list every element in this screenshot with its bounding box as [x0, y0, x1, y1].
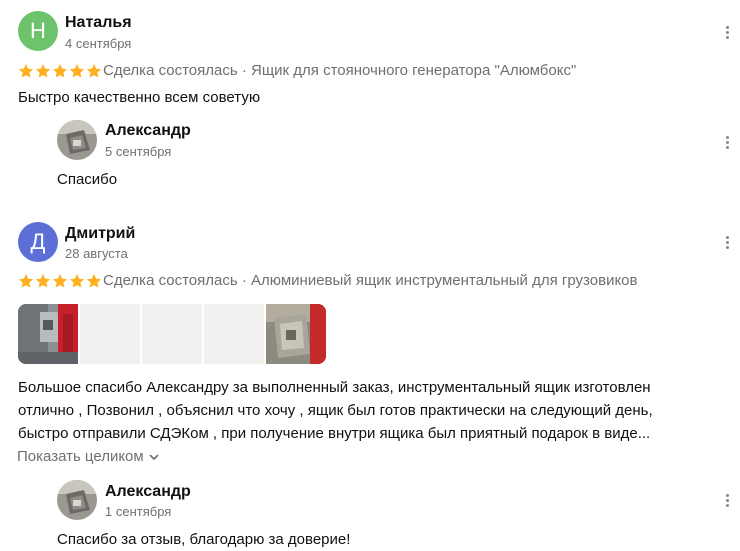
review-text-line: Большое спасибо Александру за выполненны…: [18, 379, 651, 396]
review-text-line: отлично , Позвонил , объяснил что хочу ,…: [18, 402, 653, 419]
reply-author[interactable]: Александр: [105, 483, 191, 501]
seller-avatar-image: [57, 480, 97, 520]
more-options-icon[interactable]: [717, 132, 737, 152]
star-icon: [69, 64, 85, 78]
review-text: Быстро качественно всем советую: [18, 89, 261, 106]
review-author[interactable]: Дмитрий: [65, 225, 135, 243]
star-icon: [69, 274, 85, 288]
seller-avatar-image: [57, 120, 97, 160]
deal-info: Сделка состоялась · Алюминиевый ящик инс…: [103, 272, 638, 289]
more-options-icon[interactable]: [717, 232, 737, 252]
more-options-icon[interactable]: [717, 490, 737, 510]
reply-date: 1 сентября: [105, 504, 172, 519]
avatar[interactable]: [57, 480, 97, 520]
photo-gallery: [18, 304, 326, 364]
avatar-letter: Д: [30, 229, 46, 254]
star-icon: [86, 64, 102, 78]
avatar[interactable]: [57, 120, 97, 160]
review-photo[interactable]: [18, 304, 78, 364]
chevron-down-icon: [149, 454, 159, 460]
avatar[interactable]: Н: [18, 11, 58, 51]
more-options-icon[interactable]: [717, 22, 737, 42]
avatar[interactable]: Д: [18, 222, 58, 262]
deal-info: Сделка состоялась · Ящик для стояночного…: [103, 62, 577, 79]
review-text-line: быстро отправили СДЭКом , при получение …: [18, 425, 651, 442]
avatar-letter: Н: [30, 18, 46, 43]
reply-date: 5 сентября: [105, 144, 172, 159]
review-photo[interactable]: [80, 304, 140, 364]
star-icon: [18, 64, 34, 78]
rating-stars: [18, 273, 102, 289]
star-icon: [86, 274, 102, 288]
show-full-link[interactable]: Показать целиком: [17, 448, 160, 465]
review-text: Большое спасибо Александру за выполненны…: [18, 376, 733, 445]
review-photo[interactable]: [142, 304, 202, 364]
review-photo[interactable]: [204, 304, 264, 364]
review-date: 4 сентября: [65, 36, 132, 51]
review-date: 28 августа: [65, 246, 128, 261]
star-icon: [35, 64, 51, 78]
reply-text: Спасибо за отзыв, благодарю за доверие!: [57, 531, 351, 548]
show-full-label: Показать целиком: [17, 448, 144, 465]
star-icon: [52, 64, 68, 78]
reply-author[interactable]: Александр: [105, 122, 191, 140]
review-photo[interactable]: [266, 304, 326, 364]
reply-text: Спасибо: [57, 171, 118, 188]
rating-stars: [18, 63, 102, 79]
star-icon: [35, 274, 51, 288]
star-icon: [18, 274, 34, 288]
review-author[interactable]: Наталья: [65, 14, 132, 32]
star-icon: [52, 274, 68, 288]
